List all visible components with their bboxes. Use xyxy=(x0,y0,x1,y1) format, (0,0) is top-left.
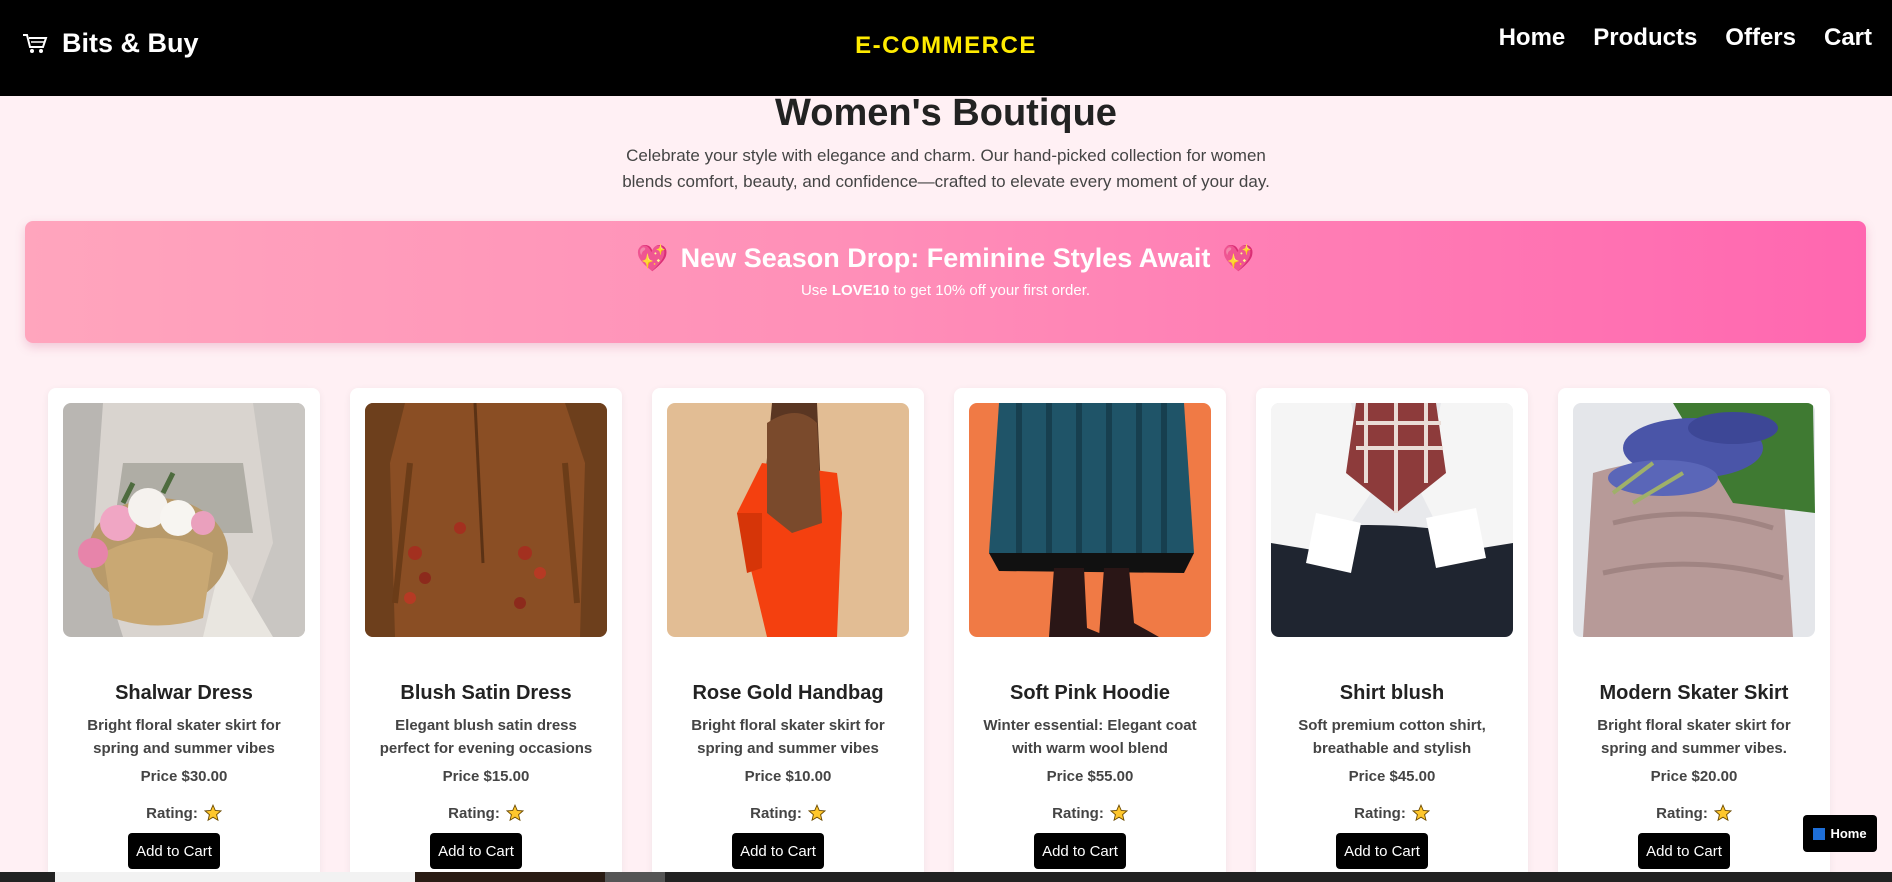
product-rating: Rating: xyxy=(1558,804,1830,822)
add-to-cart-button[interactable]: Add to Cart xyxy=(732,833,824,869)
product-image[interactable] xyxy=(1573,403,1815,637)
rating-label: Rating: xyxy=(1354,804,1406,822)
product-description: Bright floral skater skirt for spring an… xyxy=(691,717,885,757)
product-price: Price $30.00 xyxy=(140,768,228,785)
product-card: Shalwar Dress Bright floral skater skirt… xyxy=(48,388,320,882)
taskbar-segment xyxy=(55,872,415,882)
product-description: Elegant blush satin dress perfect for ev… xyxy=(379,717,593,757)
add-to-cart-button[interactable]: Add to Cart xyxy=(128,833,220,869)
add-to-cart-button[interactable]: Add to Cart xyxy=(430,833,522,869)
star-icon xyxy=(1109,804,1128,822)
product-grid: Shalwar Dress Bright floral skater skirt… xyxy=(48,388,1830,882)
banner-sub-prefix: Use xyxy=(800,282,828,299)
taskbar-segment xyxy=(605,872,665,882)
product-card: Blush Satin Dress Elegant blush satin dr… xyxy=(350,388,622,882)
product-rating: Rating: xyxy=(350,804,622,822)
banner-subtitle: Use LOVE10 to get 10% off your first ord… xyxy=(25,282,1866,299)
product-rating: Rating: xyxy=(652,804,924,822)
star-icon xyxy=(505,804,524,822)
back-arrow-icon xyxy=(1813,827,1826,840)
product-image[interactable] xyxy=(63,403,305,637)
product-name: Blush Satin Dress xyxy=(400,682,572,704)
product-image[interactable] xyxy=(667,403,909,637)
nav-link-products[interactable]: Products xyxy=(1593,24,1697,52)
add-to-cart-button[interactable]: Add to Cart xyxy=(1638,833,1730,869)
product-rating: Rating: xyxy=(48,804,320,822)
add-to-cart-button[interactable]: Add to Cart xyxy=(1336,833,1428,869)
banner-title-row: 💖 New Season Drop: Feminine Styles Await… xyxy=(25,243,1866,274)
star-icon xyxy=(1713,804,1732,822)
banner-title: New Season Drop: Feminine Styles Await xyxy=(680,243,1211,273)
product-price: Price $45.00 xyxy=(1348,768,1436,785)
product-image[interactable] xyxy=(969,403,1211,637)
add-to-cart-button[interactable]: Add to Cart xyxy=(1034,833,1126,869)
page-description: Celebrate your style with elegance and c… xyxy=(622,146,1270,191)
product-image[interactable] xyxy=(1271,403,1513,637)
product-description: Bright floral skater skirt for spring an… xyxy=(1597,717,1791,757)
product-name: Shalwar Dress xyxy=(115,682,253,704)
rating-label: Rating: xyxy=(448,804,500,822)
nav-links: Home Products Offers Cart xyxy=(1499,24,1872,52)
product-name: Rose Gold Handbag xyxy=(692,682,884,704)
promo-banner: 💖 New Season Drop: Feminine Styles Await… xyxy=(25,221,1866,343)
product-name: Modern Skater Skirt xyxy=(1599,682,1789,704)
product-description: Soft premium cotton shirt, breathable an… xyxy=(1298,717,1486,757)
page-title: Women's Boutique xyxy=(775,92,1117,134)
promo-code: LOVE10 xyxy=(831,282,890,299)
star-icon xyxy=(203,804,222,822)
sparkling-heart-icon: 💖 xyxy=(636,243,669,273)
product-description: Winter essential: Elegant coat with warm… xyxy=(983,717,1197,757)
star-icon xyxy=(1411,804,1430,822)
product-price: Price $20.00 xyxy=(1650,768,1738,785)
product-price: Price $10.00 xyxy=(744,768,832,785)
nav-link-cart[interactable]: Cart xyxy=(1824,24,1872,52)
product-card: Soft Pink Hoodie Winter essential: Elega… xyxy=(954,388,1226,882)
nav-link-offers[interactable]: Offers xyxy=(1725,24,1796,52)
banner-sub-suffix: to get 10% off your first order. xyxy=(893,282,1091,299)
rating-label: Rating: xyxy=(750,804,802,822)
product-image[interactable] xyxy=(365,403,607,637)
product-card: Shirt blush Soft premium cotton shirt, b… xyxy=(1256,388,1528,882)
floating-home-label: Home xyxy=(1830,826,1867,841)
product-card: Modern Skater Skirt Bright floral skater… xyxy=(1558,388,1830,882)
floating-home-button[interactable]: Home xyxy=(1803,815,1877,852)
product-price: Price $55.00 xyxy=(1046,768,1134,785)
star-icon xyxy=(807,804,826,822)
sparkling-heart-icon: 💖 xyxy=(1222,243,1255,273)
taskbar-segment xyxy=(415,872,605,882)
taskbar-strip xyxy=(0,872,1892,882)
product-card: Rose Gold Handbag Bright floral skater s… xyxy=(652,388,924,882)
product-rating: Rating: xyxy=(954,804,1226,822)
rating-label: Rating: xyxy=(1052,804,1104,822)
rating-label: Rating: xyxy=(1656,804,1708,822)
product-rating: Rating: xyxy=(1256,804,1528,822)
rating-label: Rating: xyxy=(146,804,198,822)
navbar: Bits & Buy E-COMMERCE Home Products Offe… xyxy=(0,0,1892,96)
product-description: Bright floral skater skirt for spring an… xyxy=(87,717,281,757)
product-name: Soft Pink Hoodie xyxy=(1010,682,1170,704)
product-price: Price $15.00 xyxy=(442,768,530,785)
nav-link-home[interactable]: Home xyxy=(1499,24,1566,52)
product-name: Shirt blush xyxy=(1339,682,1445,704)
